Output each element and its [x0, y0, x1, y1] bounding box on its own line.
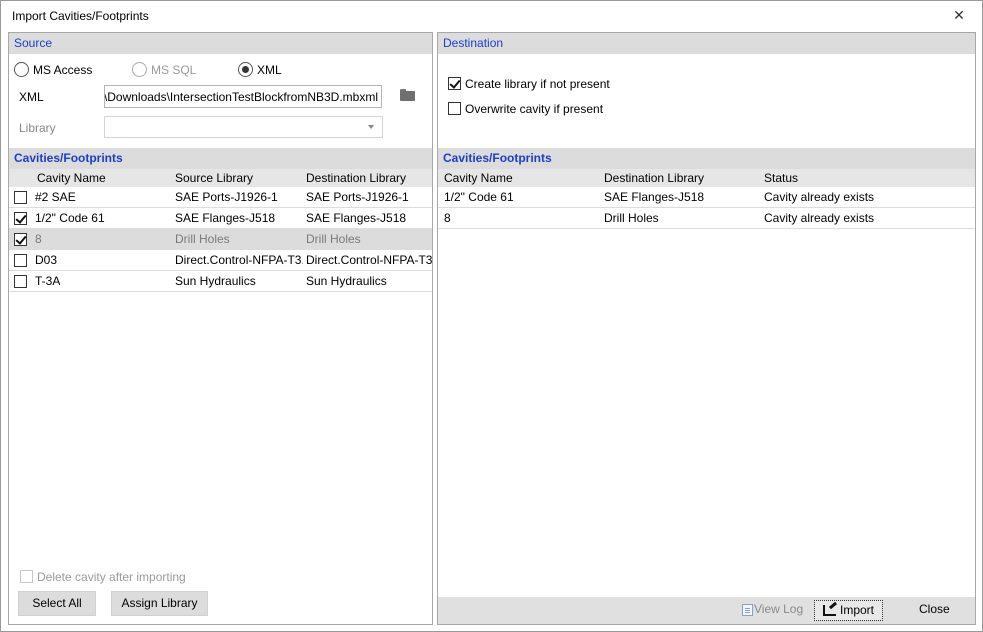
xml-label: XML	[19, 90, 44, 104]
cavity-name: 8	[444, 211, 451, 225]
destination-library: SAE Flanges-J518	[604, 190, 705, 204]
radio-circle	[14, 62, 29, 78]
source-library: SAE Ports-J1926-1	[175, 190, 278, 204]
col-source-library[interactable]: Source Library	[175, 171, 253, 185]
table-row[interactable]: #2 SAE SAE Ports-J1926-1 SAE Ports-J1926…	[9, 187, 432, 208]
right-grid-header: Cavity Name Destination Library Status	[438, 169, 975, 187]
table-row[interactable]: 8 Drill Holes Drill Holes	[9, 229, 432, 250]
create-library-label: Create library if not present	[465, 77, 610, 91]
import-button[interactable]: Import	[814, 600, 884, 621]
folder-icon[interactable]	[400, 89, 415, 101]
delete-after-import-checkbox	[20, 570, 33, 583]
library-label: Library	[19, 121, 56, 135]
xml-path-input[interactable]: ım\Downloads\IntersectionTestBlockfromNB…	[104, 85, 382, 108]
destination-library: SAE Ports-J1926-1	[306, 190, 409, 204]
create-library-option[interactable]: Create library if not present	[448, 75, 610, 91]
col-status[interactable]: Status	[764, 171, 798, 185]
chevron-down-icon	[368, 125, 374, 129]
destination-library: Drill Holes	[604, 211, 659, 225]
cavity-name: 8	[35, 232, 42, 246]
library-select	[104, 116, 383, 138]
destination-library: Direct.Control-NFPA-T3.5	[306, 253, 432, 267]
radio-ms-sql: MS SQL	[132, 62, 197, 78]
xml-path-text: ım\Downloads\IntersectionTestBlockfromNB…	[104, 90, 378, 104]
view-log-button: View Log	[742, 600, 803, 621]
overwrite-cavity-checkbox[interactable]	[448, 102, 461, 115]
destination-library: Drill Holes	[306, 232, 361, 246]
radio-label: XML	[257, 62, 282, 77]
row-checkbox[interactable]	[14, 212, 27, 225]
source-library: Direct.Control-NFPA-T3.5	[175, 253, 303, 267]
overwrite-cavity-label: Overwrite cavity if present	[465, 102, 604, 116]
source-panel: Source MS Access MS SQL XML XML ım\Downl…	[8, 32, 433, 625]
radio-ms-access[interactable]: MS Access	[14, 62, 93, 78]
table-row[interactable]: 1/2" Code 61 SAE Flanges-J518 SAE Flange…	[9, 208, 432, 229]
destination-header: Destination	[438, 33, 975, 54]
table-row[interactable]: T-3A Sun Hydraulics Sun Hydraulics	[9, 271, 432, 292]
table-row[interactable]: 8 Drill Holes Cavity already exists	[438, 208, 975, 229]
close-button[interactable]: Close	[919, 600, 950, 621]
delete-after-import-label: Delete cavity after importing	[37, 570, 186, 584]
cavity-name: D03	[35, 253, 58, 267]
destination-library: SAE Flanges-J518	[306, 211, 407, 225]
select-all-button[interactable]: Select All	[18, 591, 96, 616]
create-library-checkbox[interactable]	[448, 77, 461, 90]
col-cavity-name[interactable]: Cavity Name	[444, 171, 513, 185]
import-icon	[823, 605, 836, 617]
action-bar: View Log Import Close	[438, 597, 975, 624]
radio-label: MS SQL	[151, 62, 197, 77]
row-checkbox[interactable]	[14, 233, 27, 246]
close-icon[interactable]: ✕	[951, 7, 967, 23]
destination-library: Sun Hydraulics	[306, 274, 387, 288]
col-destination-library[interactable]: Destination Library	[604, 171, 704, 185]
dialog-title: Import Cavities/Footprints	[12, 9, 149, 23]
left-grid-header: Cavity Name Source Library Destination L…	[9, 169, 432, 187]
col-cavity-name[interactable]: Cavity Name	[37, 171, 106, 185]
status: Cavity already exists	[764, 190, 875, 204]
source-header: Source	[9, 33, 432, 54]
assign-library-button[interactable]: Assign Library	[111, 591, 208, 616]
cavity-name: 1/2" Code 61	[35, 211, 105, 225]
left-cavities-header: Cavities/Footprints	[9, 148, 432, 169]
right-cavities-header: Cavities/Footprints	[438, 148, 975, 169]
row-checkbox[interactable]	[14, 254, 27, 267]
table-row[interactable]: 1/2" Code 61 SAE Flanges-J518 Cavity alr…	[438, 187, 975, 208]
import-label: Import	[840, 603, 875, 617]
radio-circle	[132, 62, 147, 78]
status: Cavity already exists	[764, 211, 875, 225]
radio-label: MS Access	[33, 62, 93, 77]
row-checkbox[interactable]	[14, 275, 27, 288]
import-dialog: Import Cavities/Footprints ✕ Source MS A…	[0, 0, 983, 632]
delete-after-import-option: Delete cavity after importing	[20, 568, 186, 584]
overwrite-cavity-option[interactable]: Overwrite cavity if present	[448, 100, 603, 116]
col-destination-library[interactable]: Destination Library	[306, 171, 406, 185]
source-library: SAE Flanges-J518	[175, 211, 276, 225]
view-log-label: View Log	[754, 602, 804, 616]
log-icon	[742, 603, 753, 616]
source-library: Drill Holes	[175, 232, 230, 246]
source-library: Sun Hydraulics	[175, 274, 256, 288]
cavity-name: T-3A	[35, 274, 61, 288]
table-row[interactable]: D03 Direct.Control-NFPA-T3.5 Direct.Cont…	[9, 250, 432, 271]
radio-xml[interactable]: XML	[238, 62, 282, 78]
destination-panel: Destination Create library if not presen…	[437, 32, 976, 625]
radio-circle	[238, 62, 253, 78]
row-checkbox[interactable]	[14, 191, 27, 204]
cavity-name: #2 SAE	[35, 190, 76, 204]
cavity-name: 1/2" Code 61	[444, 190, 514, 204]
